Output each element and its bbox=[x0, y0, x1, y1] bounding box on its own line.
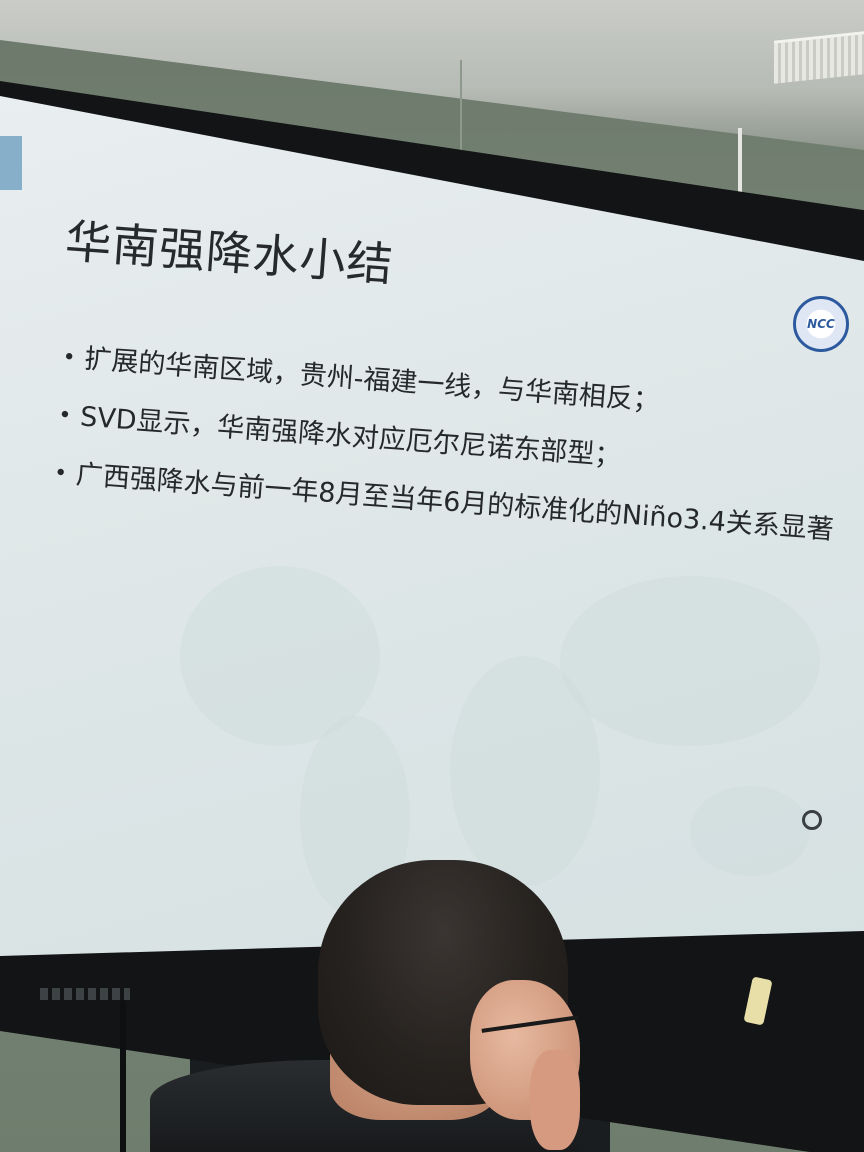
slide-accent-bar bbox=[0, 136, 22, 190]
bullet-marker: • bbox=[53, 460, 68, 487]
world-map-watermark bbox=[560, 576, 820, 746]
hdmi-cable bbox=[120, 1000, 126, 1152]
world-map-watermark bbox=[690, 786, 810, 876]
ncc-globe-emblem-icon: NCC bbox=[793, 296, 849, 352]
tv-ports bbox=[40, 988, 130, 1000]
person-hand bbox=[530, 1050, 580, 1150]
bullet-marker: • bbox=[57, 402, 73, 429]
presentation-nav-ring-icon[interactable] bbox=[802, 810, 822, 830]
logo-text: NCC bbox=[807, 317, 835, 331]
bullet-marker: • bbox=[61, 344, 77, 371]
photo-scene: 华南强降水小结 • 扩展的华南区域，贵州-福建一线，与华南相反； • SVD显示… bbox=[0, 0, 864, 1152]
